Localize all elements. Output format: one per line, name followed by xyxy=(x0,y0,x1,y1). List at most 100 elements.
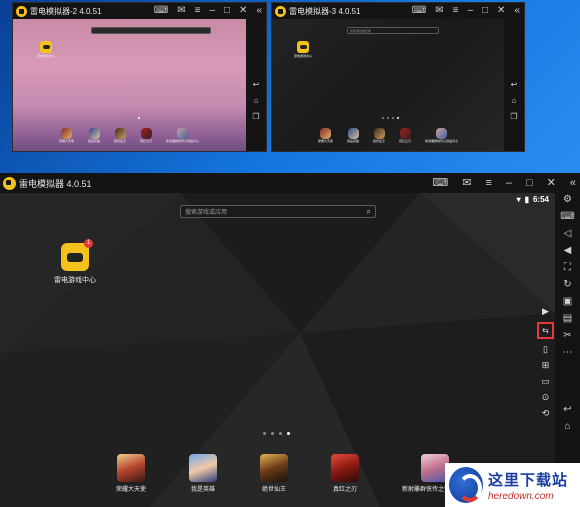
video-record-icon[interactable]: ▶ xyxy=(542,306,549,317)
dock-app-2[interactable]: 我是英雄 xyxy=(88,128,100,143)
dock-app-1[interactable]: 荣耀大天使 xyxy=(59,128,74,143)
menu-icon[interactable]: ≡ xyxy=(195,6,201,16)
collapse-sidebar-icon[interactable]: « xyxy=(256,6,262,16)
page-indicator xyxy=(382,117,399,119)
title-bar[interactable]: 雷电模拟器-2 4.0.51 ⌨ ✉ ≡ – □ ✕ « xyxy=(13,3,266,19)
keyboard-icon[interactable]: ⌨ xyxy=(560,212,574,222)
rotate-screen-icon[interactable]: ▯ xyxy=(543,344,548,355)
maximize-icon[interactable]: □ xyxy=(482,6,488,16)
battery-icon: ▮ xyxy=(524,195,529,204)
dock-app-4[interactable]: 真红之刃 xyxy=(399,128,411,143)
emulator-window-2[interactable]: 雷电模拟器-2 4.0.51 ⌨ ✉ ≡ – □ ✕ « 雷电游戏中心 荣耀大天… xyxy=(12,2,267,152)
dock: 荣耀大天使 我是英雄 绝世仙王 真红之刃 新射雕群侠传之铁血丹心 xyxy=(318,128,458,143)
app-icon-game-center[interactable]: 1 雷电游戏中心 xyxy=(54,239,96,285)
dock-app-1[interactable]: 荣耀大天使 xyxy=(318,128,333,143)
back-icon[interactable]: ↩ xyxy=(511,81,518,89)
dock: 荣耀大天使 我是英雄 绝世仙王 真红之刃 新射雕群侠传之铁血丹心 xyxy=(59,128,199,143)
page-indicator xyxy=(263,432,290,435)
mail-icon[interactable]: ✉ xyxy=(177,6,185,16)
fullscreen-icon[interactable]: ⛶ xyxy=(564,263,571,273)
wifi-icon: ▾ xyxy=(516,195,521,204)
ldplayer-logo-icon xyxy=(3,176,16,190)
search-bar[interactable]: 搜索游戏或应用 ⌕ xyxy=(180,205,376,218)
collapse-sidebar-icon[interactable]: « xyxy=(514,6,520,16)
menu-icon[interactable]: ≡ xyxy=(453,6,459,16)
multi-instance-sync-icon[interactable]: ⇆ xyxy=(537,322,554,339)
mail-icon[interactable]: ✉ xyxy=(435,6,443,16)
search-bar[interactable] xyxy=(91,27,211,34)
page-dot[interactable] xyxy=(271,432,274,435)
close-icon[interactable]: ✕ xyxy=(497,6,505,16)
folder-icon[interactable]: ▭ xyxy=(541,376,550,387)
status-time: 6:54 xyxy=(532,195,549,204)
gamepad-icon[interactable]: ⌨ xyxy=(154,6,168,16)
android-screen[interactable]: 雷电游戏中心 荣耀大天使 我是英雄 绝世仙王 真红之刃 新射雕群侠传之铁血丹心 xyxy=(13,19,248,151)
back-icon[interactable]: ↩ xyxy=(253,81,260,89)
floating-toolbar: ▶ ⇆ ▯ ⊞ ▭ ⊙ ⟲ xyxy=(536,306,555,419)
dock-app-5[interactable]: 新射雕群侠传之铁血丹心 xyxy=(425,128,458,143)
gamepad-icon[interactable]: ⌨ xyxy=(412,6,426,16)
gamepad-icon[interactable]: ⌨ xyxy=(432,177,448,189)
screenshot-icon[interactable]: ▣ xyxy=(563,297,572,307)
android-screen[interactable]: 搜索游戏或应用 雷电游戏中心 荣耀大天使 我是英雄 绝世仙王 真红之刃 新射雕群… xyxy=(272,19,506,151)
maximize-icon[interactable]: □ xyxy=(224,6,230,16)
home-icon[interactable]: ⌂ xyxy=(512,97,517,105)
more-icon[interactable]: ⋯ xyxy=(563,348,573,358)
title-bar[interactable]: 雷电模拟器-3 4.0.51 ⌨ ✉ ≡ – □ ✕ « xyxy=(272,3,524,19)
watermark: 这里下载站 heredown.com xyxy=(445,463,580,507)
rotate-icon[interactable]: ↻ xyxy=(563,280,571,290)
dock-app-2[interactable]: 我是英雄 xyxy=(347,128,359,143)
minimize-icon[interactable]: – xyxy=(467,6,473,16)
location-icon[interactable]: ⊙ xyxy=(542,392,550,403)
dock-app-4[interactable]: 真红之刃 xyxy=(140,128,152,143)
app-label: 雷电游戏中心 xyxy=(294,54,313,58)
mail-icon[interactable]: ✉ xyxy=(462,177,471,189)
watermark-url: heredown.com xyxy=(488,490,554,502)
heredown-logo xyxy=(449,467,483,503)
window-title: 雷电模拟器-2 4.0.51 xyxy=(30,6,102,16)
title-bar[interactable]: 雷电模拟器 4.0.51 ⌨ ✉ ≡ – □ ✕ « xyxy=(0,173,580,193)
app-icon-game-center[interactable]: 雷电游戏中心 xyxy=(37,41,55,58)
page-dot[interactable] xyxy=(279,432,282,435)
apk-install-icon[interactable]: ▤ xyxy=(563,314,572,324)
app-icon-game-center[interactable]: 雷电游戏中心 xyxy=(294,41,312,58)
dock-app-1[interactable]: 荣耀大天使 xyxy=(116,454,146,493)
watermark-name: 这里下载站 xyxy=(488,471,569,489)
search-icon[interactable]: ⌕ xyxy=(367,207,371,217)
close-icon[interactable]: ✕ xyxy=(239,6,247,16)
maximize-icon[interactable]: □ xyxy=(526,177,533,189)
menu-icon[interactable]: ≡ xyxy=(485,177,491,189)
home-icon[interactable]: ⌂ xyxy=(564,422,570,432)
minimize-icon[interactable]: – xyxy=(506,177,512,189)
close-icon[interactable]: ✕ xyxy=(547,177,556,189)
dock-app-3[interactable]: 绝世仙王 xyxy=(114,128,126,143)
dock-app-3[interactable]: 绝世仙王 xyxy=(373,128,385,143)
dock-app-5[interactable]: 新射雕群侠传之铁血丹心 xyxy=(166,128,199,143)
side-toolbar: ↩ ⌂ ❐ xyxy=(504,19,524,151)
search-bar[interactable]: 搜索游戏或应用 xyxy=(347,27,439,34)
recent-apps-icon[interactable]: ❐ xyxy=(252,113,259,121)
page-dot[interactable] xyxy=(263,432,266,435)
page-dot-active[interactable] xyxy=(287,432,290,435)
scissors-icon[interactable]: ✂ xyxy=(563,331,571,341)
back-icon[interactable]: ↩ xyxy=(563,405,571,415)
collapse-sidebar-icon[interactable]: « xyxy=(570,177,576,189)
dock-app-3[interactable]: 绝世仙王 xyxy=(260,454,289,493)
recent-apps-icon[interactable]: ❐ xyxy=(510,113,517,121)
ldplayer-logo-icon xyxy=(275,5,286,17)
volume-down-icon[interactable]: ◁ xyxy=(564,229,572,239)
dock-app-2[interactable]: 我是英雄 xyxy=(189,454,218,493)
volume-up-icon[interactable]: ◀ xyxy=(564,246,572,256)
emulator-window-main[interactable]: 雷电模拟器 4.0.51 ⌨ ✉ ≡ – □ ✕ « ▾ ▮ 6:54 搜索游戏… xyxy=(0,173,580,507)
notification-badge: 1 xyxy=(84,239,93,248)
settings-icon[interactable]: ⚙ xyxy=(563,195,572,205)
emulator-window-3[interactable]: 雷电模拟器-3 4.0.51 ⌨ ✉ ≡ – □ ✕ « 搜索游戏或应用 雷电游… xyxy=(271,2,525,152)
dock: 荣耀大天使 我是英雄 绝世仙王 真红之刃 新射雕群侠传之铁血丹心 xyxy=(116,454,468,493)
sync-icon[interactable]: ⟲ xyxy=(542,408,550,419)
home-icon[interactable]: ⌂ xyxy=(254,97,259,105)
dock-app-4[interactable]: 真红之刃 xyxy=(331,454,360,493)
status-bar: ▾ ▮ 6:54 xyxy=(517,195,549,204)
minimize-icon[interactable]: – xyxy=(209,6,215,16)
android-screen[interactable]: ▾ ▮ 6:54 搜索游戏或应用 ⌕ 1 雷电游戏中心 荣耀大天使 我是英雄 绝… xyxy=(0,193,555,507)
keyboard-mapping-icon[interactable]: ⊞ xyxy=(542,360,550,371)
